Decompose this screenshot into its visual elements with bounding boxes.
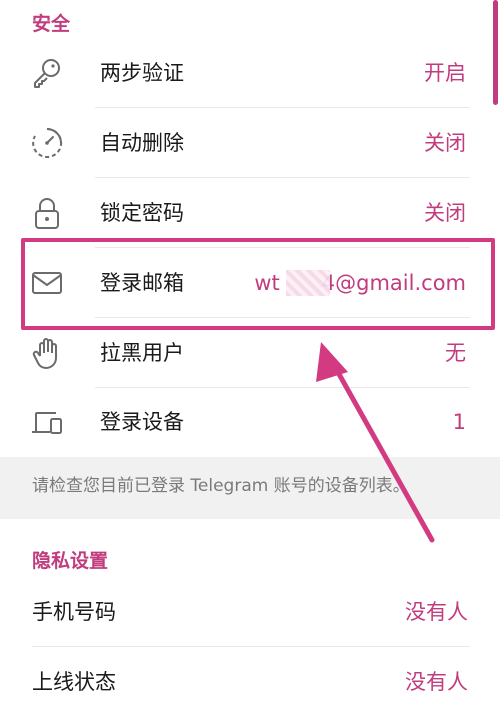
row-value: 没有人: [405, 670, 468, 694]
phone-number-row[interactable]: 手机号码 没有人: [0, 577, 500, 647]
timer-icon: [32, 127, 63, 158]
row-label: 上线状态: [32, 670, 116, 694]
row-value: 没有人: [405, 600, 468, 624]
row-label: 登录设备: [100, 410, 184, 434]
devices-hint-text: 请检查您目前已登录 Telegram 账号的设备列表。: [32, 476, 410, 496]
auto-delete-row[interactable]: 自动删除 关闭: [0, 108, 500, 178]
key-icon: [34, 59, 60, 88]
row-label: 自动删除: [100, 131, 184, 155]
online-status-row[interactable]: 上线状态 没有人: [0, 647, 500, 717]
devices-row[interactable]: 登录设备 1: [0, 387, 500, 457]
lock-icon: [35, 198, 59, 229]
devices-icon: [32, 412, 62, 434]
row-value: 关闭: [424, 131, 466, 155]
two-step-verification-row[interactable]: 两步验证 开启: [0, 38, 500, 108]
security-footer: 请检查您目前已登录 Telegram 账号的设备列表。: [0, 457, 500, 519]
row-label: 手机号码: [32, 600, 116, 624]
privacy-section-title: 隐私设置: [32, 550, 109, 572]
hand-icon: [32, 338, 57, 369]
row-label: 两步验证: [100, 61, 184, 85]
row-value: 1: [452, 410, 466, 434]
security-section-title: 安全: [32, 13, 71, 35]
annotation-highlight-box: [21, 238, 495, 330]
row-value: 开启: [424, 61, 466, 85]
